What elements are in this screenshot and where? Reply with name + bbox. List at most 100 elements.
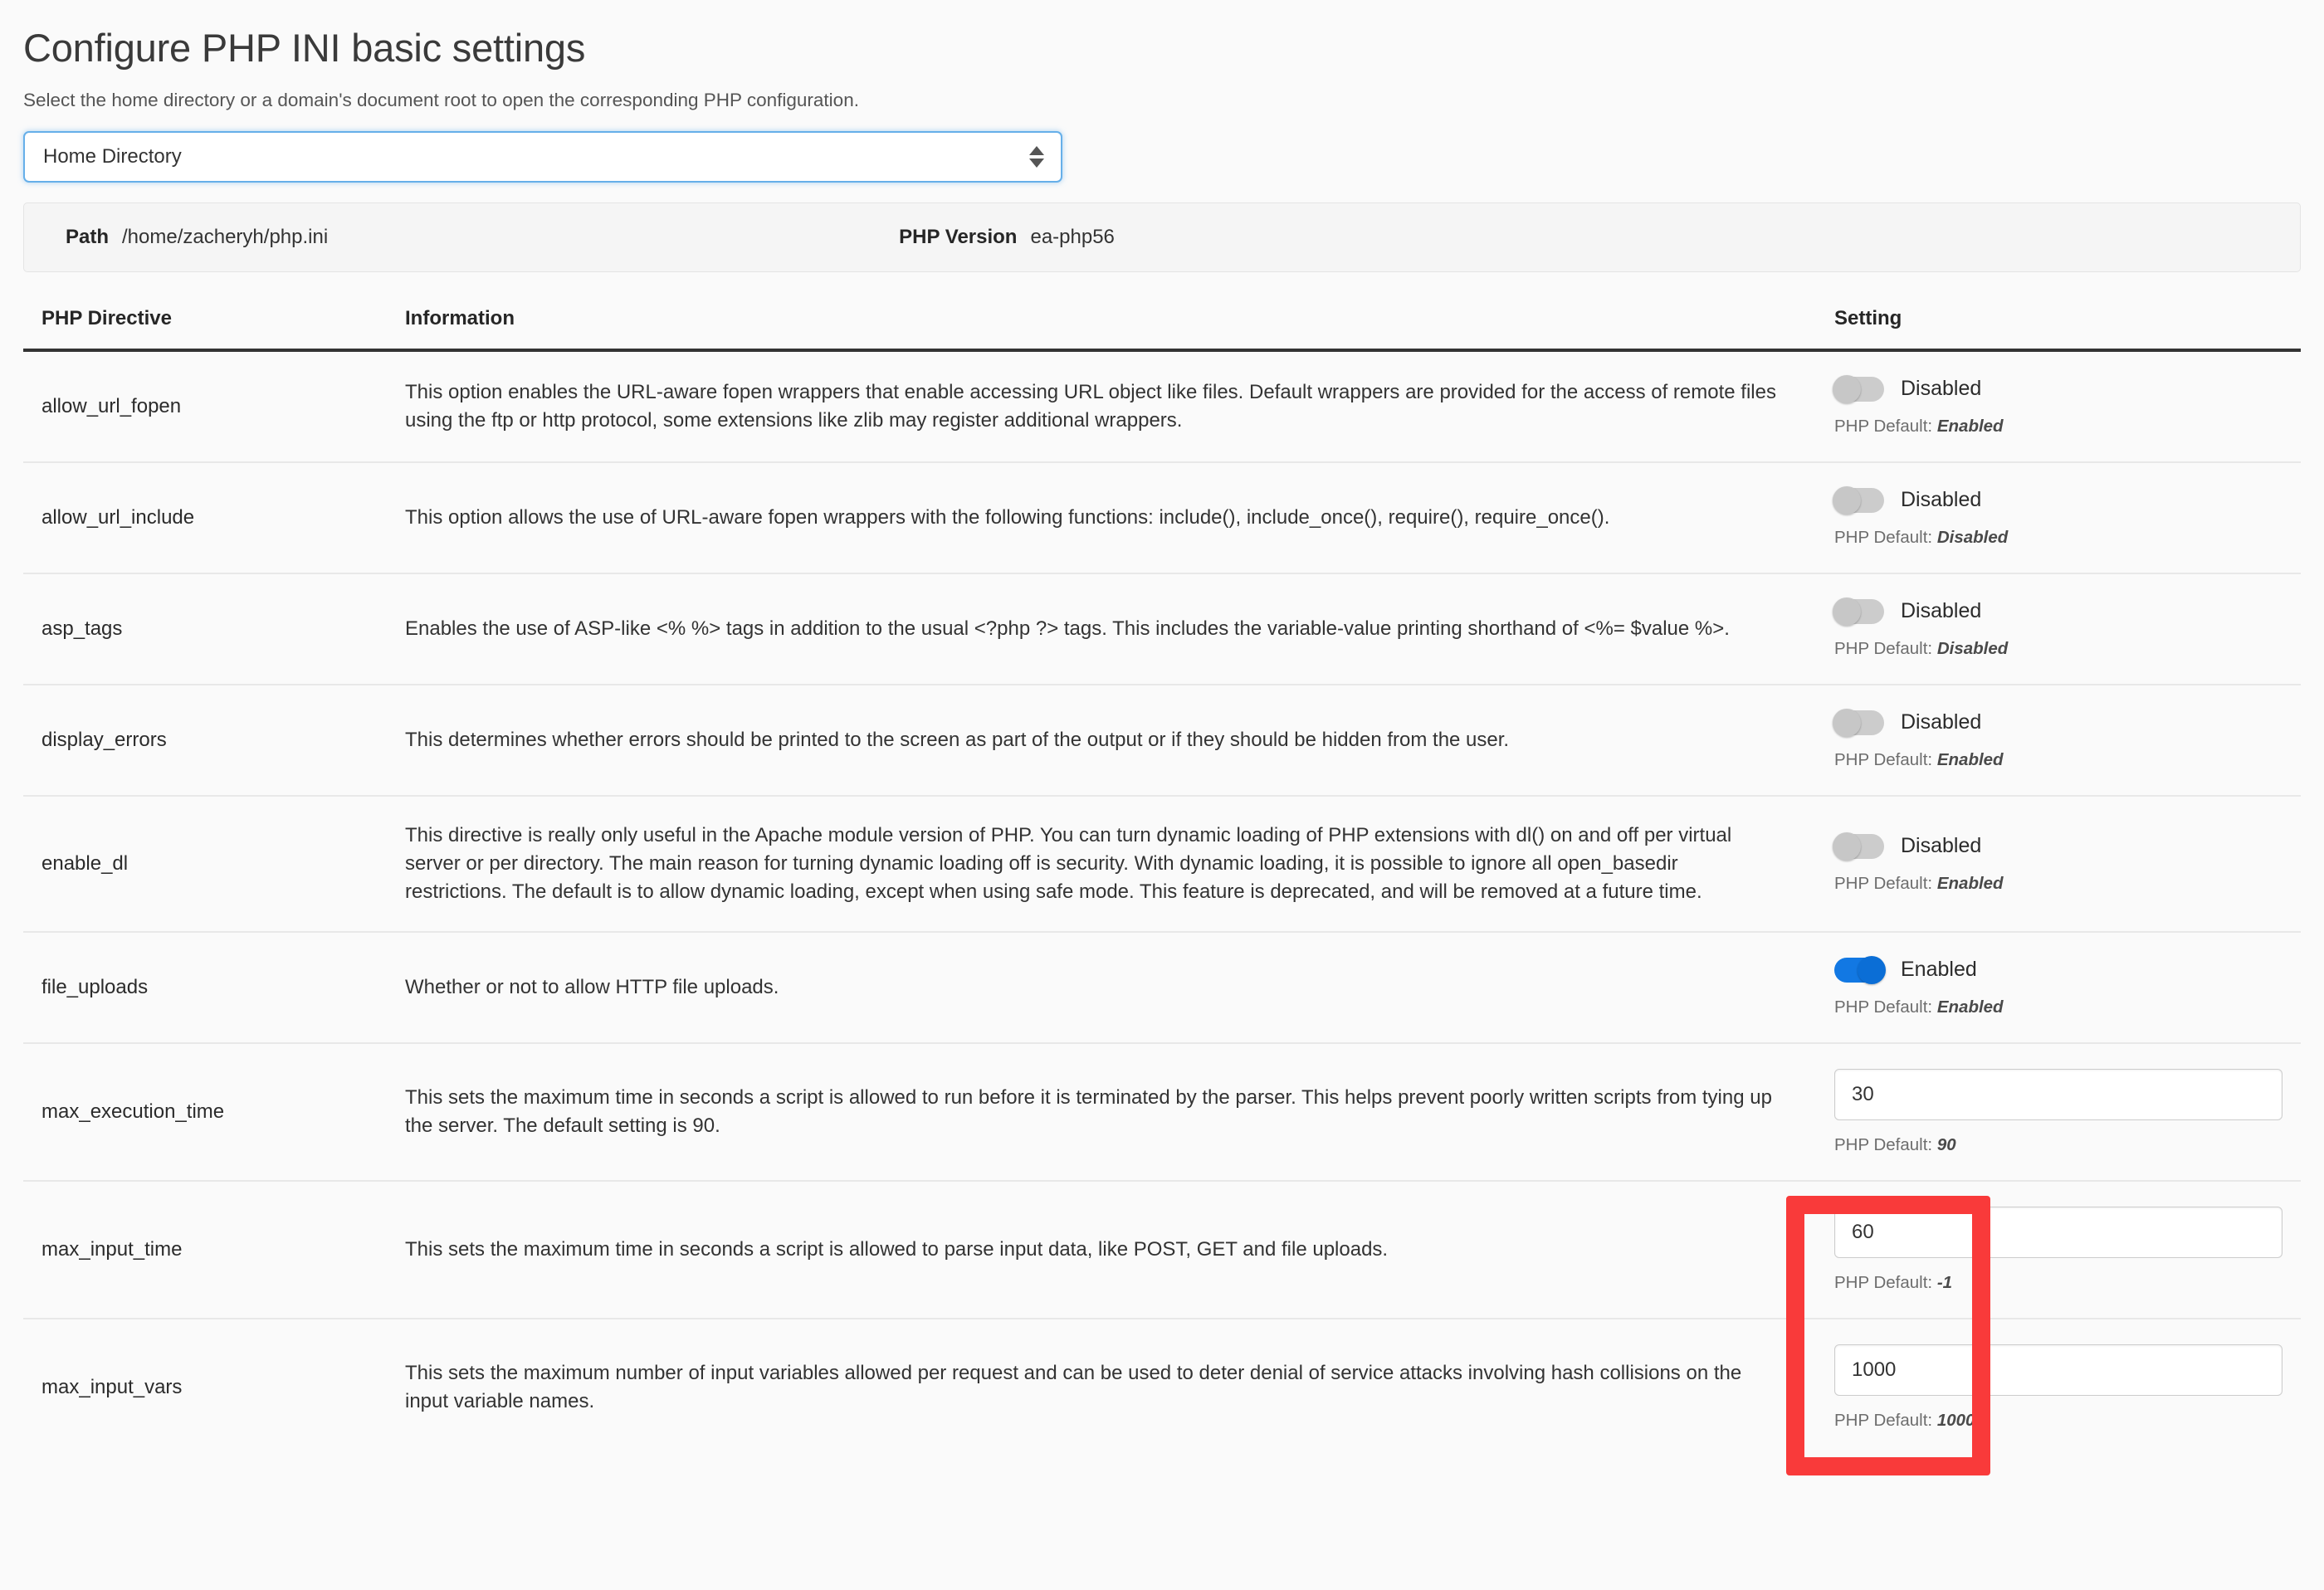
setting-input-max_input_time[interactable]: 60 — [1834, 1206, 2282, 1258]
directive-setting: Enabled PHP Default: Enabled — [1799, 931, 2301, 1044]
table-row: file_uploads Whether or not to allow HTTP… — [23, 931, 2301, 1044]
toggle-state-label: Disabled — [1901, 377, 1982, 401]
toggle-knob — [1833, 597, 1861, 626]
toggle-switch-allow_url_include[interactable] — [1833, 485, 1884, 515]
toggle-state-label: Disabled — [1901, 488, 1982, 512]
setting-input-value: 60 — [1852, 1220, 1874, 1243]
php-default-note: PHP Default: Enabled — [1834, 750, 2282, 770]
directive-setting: Disabled PHP Default: Disabled — [1799, 461, 2301, 574]
directive-information: This option allows the use of URL-aware … — [372, 461, 1799, 574]
column-header-setting: Setting — [1799, 291, 2301, 352]
php-default-prefix: PHP Default: — [1834, 873, 1933, 893]
triangle-down-icon — [1029, 158, 1044, 168]
toggle-state-label: Disabled — [1901, 834, 1982, 858]
updown-stepper-icon[interactable] — [1029, 145, 1044, 168]
toggle-switch-enable_dl[interactable] — [1833, 832, 1884, 861]
directive-information: This determines whether errors should be… — [372, 684, 1799, 797]
setting-input-value: 1000 — [1852, 1358, 1897, 1381]
php-default-value: Enabled — [1936, 873, 2004, 893]
php-directives-table: PHP Directive Information Setting allow_… — [23, 291, 2301, 1456]
page-subtitle: Select the home directory or a domain's … — [23, 89, 859, 110]
php-default-note: PHP Default: Disabled — [1834, 639, 2282, 659]
toggle-knob — [1858, 955, 1886, 984]
toggle-row: Disabled — [1833, 832, 2282, 861]
directive-name: max_input_time — [23, 1180, 372, 1319]
php-default-note: PHP Default: Enabled — [1834, 874, 2282, 894]
php-default-note: PHP Default: 1000 — [1834, 1411, 2282, 1431]
php-default-note: PHP Default: Disabled — [1834, 528, 2282, 548]
php-default-value: Disabled — [1936, 638, 2009, 658]
php-default-value: 90 — [1936, 1134, 1956, 1154]
directory-select-wrapper[interactable]: Home Directory — [23, 130, 1062, 183]
column-header-information: Information — [372, 291, 1799, 352]
directive-information: This sets the maximum time in seconds a … — [372, 1042, 1799, 1182]
php-default-prefix: PHP Default: — [1834, 1410, 1933, 1430]
path-label: Path — [66, 225, 110, 248]
table-header-row: PHP Directive Information Setting — [23, 291, 2301, 352]
directory-select[interactable]: Home Directory — [23, 130, 1062, 183]
setting-input-value: 30 — [1852, 1082, 1874, 1105]
toggle-row: Disabled — [1833, 374, 2282, 403]
directive-setting: 1000 PHP Default: 1000 — [1799, 1319, 2301, 1456]
table-row: asp_tags Enables the use of ASP-like <% %… — [23, 573, 2301, 685]
toggle-knob — [1833, 708, 1861, 737]
directive-information: This directive is really only useful in … — [372, 795, 1799, 933]
directive-setting: Disabled PHP Default: Disabled — [1799, 573, 2301, 685]
php-ini-settings-page: Configure PHP INI basic settings Select … — [0, 27, 2324, 1456]
php-default-value: Enabled — [1936, 416, 2004, 436]
php-version-value: ea-php56 — [1030, 225, 1115, 248]
directive-setting: 60 PHP Default: -1 — [1799, 1180, 2301, 1319]
php-default-value: 1000 — [1936, 1410, 1975, 1430]
table-row: max_input_vars This sets the maximum numb… — [23, 1319, 2301, 1456]
php-default-value: Disabled — [1936, 527, 2009, 547]
php-default-note: PHP Default: -1 — [1834, 1273, 2282, 1293]
directive-information: Whether or not to allow HTTP file upload… — [372, 931, 1799, 1044]
path-group: Path /home/zacheryh/php.ini — [24, 226, 328, 249]
php-default-prefix: PHP Default: — [1834, 1134, 1933, 1154]
table-row: max_input_time This sets the maximum time… — [23, 1180, 2301, 1319]
toggle-switch-allow_url_fopen[interactable] — [1833, 374, 1884, 403]
triangle-up-icon — [1029, 145, 1044, 155]
php-default-prefix: PHP Default: — [1834, 638, 1933, 658]
toggle-state-label: Disabled — [1901, 599, 1982, 623]
php-default-note: PHP Default: 90 — [1834, 1135, 2282, 1155]
toggle-knob — [1833, 485, 1861, 515]
directive-name: allow_url_include — [23, 461, 372, 574]
toggle-switch-display_errors[interactable] — [1833, 708, 1884, 737]
toggle-switch-file_uploads[interactable] — [1834, 955, 1886, 984]
table-row: allow_url_include This option allows the … — [23, 461, 2301, 574]
php-default-prefix: PHP Default: — [1834, 749, 1933, 769]
toggle-knob — [1833, 374, 1861, 403]
php-default-prefix: PHP Default: — [1834, 527, 1933, 547]
directive-name: max_input_vars — [42, 1375, 183, 1398]
toggle-row: Disabled — [1833, 708, 2282, 737]
path-value: /home/zacheryh/php.ini — [122, 225, 329, 248]
table-row: display_errors This determines whether er… — [23, 684, 2301, 797]
php-version-group: PHP Version ea-php56 — [899, 226, 1115, 249]
toggle-row: Disabled — [1833, 597, 2282, 626]
directory-select-value: Home Directory — [43, 144, 182, 168]
setting-input-max_input_vars[interactable]: 1000 — [1834, 1344, 2282, 1396]
directive-name: allow_url_fopen — [23, 349, 372, 463]
php-default-prefix: PHP Default: — [1834, 1272, 1933, 1292]
path-info-bar: Path /home/zacheryh/php.ini PHP Version … — [23, 202, 2301, 272]
toggle-switch-asp_tags[interactable] — [1833, 597, 1884, 626]
column-header-directive: PHP Directive — [23, 291, 372, 352]
php-default-prefix: PHP Default: — [1834, 416, 1933, 436]
toggle-knob — [1833, 832, 1861, 861]
toggle-row: Disabled — [1833, 485, 2282, 515]
table-row: allow_url_fopen This option enables the U… — [23, 349, 2301, 463]
directive-name: max_execution_time — [23, 1042, 372, 1182]
directive-setting: Disabled PHP Default: Enabled — [1799, 349, 2301, 463]
php-default-value: Enabled — [1936, 997, 2004, 1017]
directive-name: asp_tags — [23, 573, 372, 685]
setting-input-max_execution_time[interactable]: 30 — [1834, 1068, 2282, 1120]
directive-name: file_uploads — [23, 931, 372, 1044]
page-title: Configure PHP INI basic settings — [23, 26, 586, 70]
php-default-value: -1 — [1936, 1272, 1953, 1292]
directive-setting: 30 PHP Default: 90 — [1799, 1042, 2301, 1182]
toggle-row: Enabled — [1834, 955, 2282, 984]
table-body: allow_url_fopen This option enables the U… — [23, 349, 2301, 1456]
directive-setting: Disabled PHP Default: Enabled — [1799, 684, 2301, 797]
directive-name: display_errors — [23, 684, 372, 797]
